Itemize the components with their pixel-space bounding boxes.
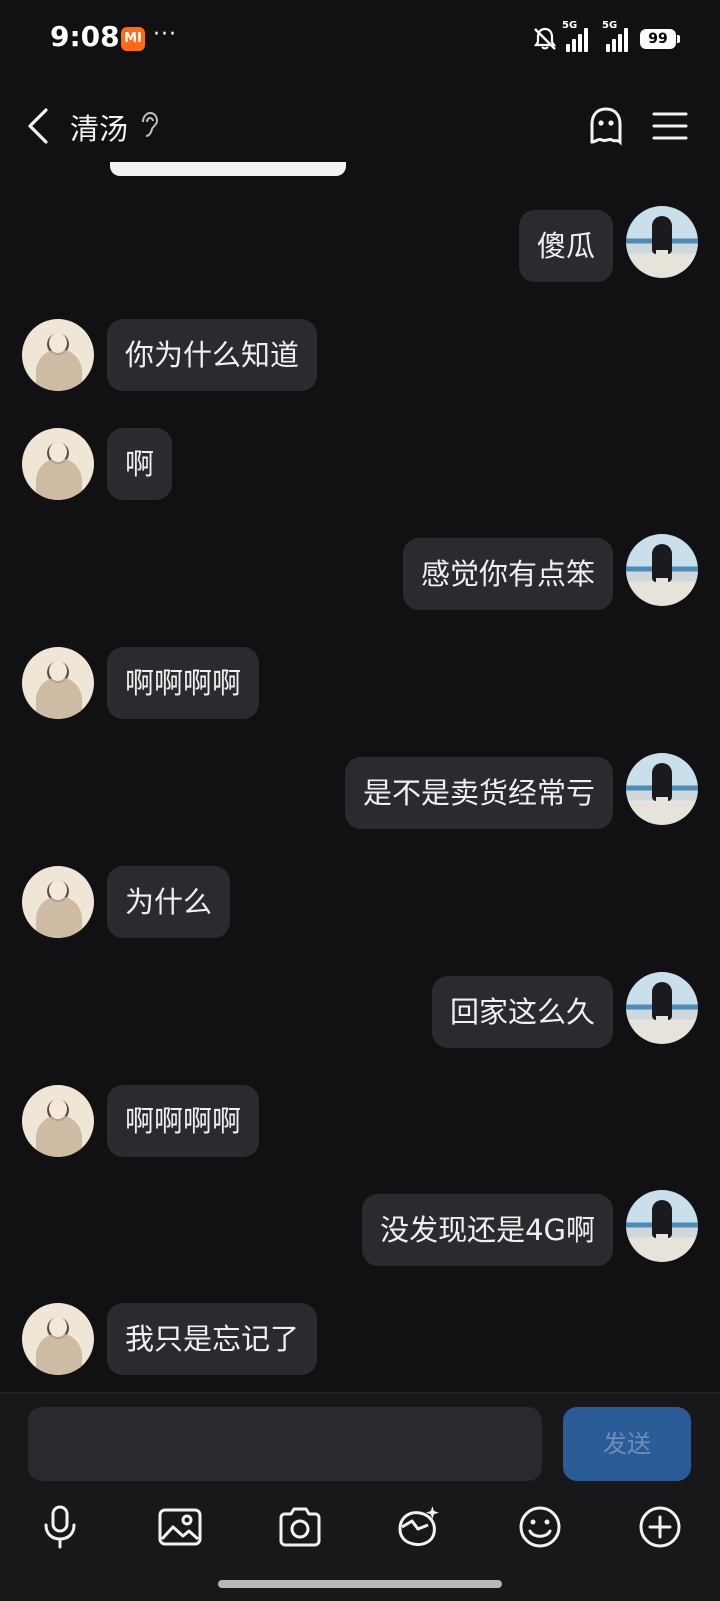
message-bubble[interactable]: 啊啊啊啊 — [107, 647, 260, 719]
home-indicator[interactable] — [218, 1580, 502, 1588]
message-row: 感觉你有点笨 — [0, 534, 720, 610]
bell-muted-icon — [533, 27, 557, 50]
plus-icon[interactable] — [636, 1503, 684, 1551]
camera-icon[interactable] — [276, 1503, 324, 1551]
status-indicators: 5G 5G 99 — [532, 20, 680, 54]
message-row: 我只是忘记了 — [0, 1303, 720, 1375]
contact-avatar[interactable] — [22, 428, 94, 500]
message-row: 你为什么知道 — [0, 319, 720, 391]
my-avatar[interactable] — [626, 972, 698, 1044]
message-bubble[interactable]: 是不是卖货经常亏 — [344, 757, 613, 829]
contact-avatar[interactable] — [22, 1085, 94, 1157]
message-bubble[interactable]: 没发现还是4G啊 — [362, 1194, 613, 1266]
send-button[interactable]: 发送 — [563, 1407, 691, 1481]
previous-message-edge — [110, 162, 346, 176]
message-row: 啊啊啊啊 — [0, 1085, 720, 1157]
chat-header: 清汤 — [0, 88, 720, 164]
input-toolbar — [0, 1503, 720, 1553]
message-row: 啊啊啊啊 — [0, 647, 720, 719]
chat-title[interactable]: 清汤 — [70, 106, 128, 148]
my-avatar[interactable] — [626, 534, 698, 606]
contact-avatar[interactable] — [22, 647, 94, 719]
network-type-1: 5G — [562, 20, 578, 31]
battery-icon: 99 — [640, 29, 680, 49]
signal-icon-1: 5G — [562, 20, 588, 52]
image-icon[interactable] — [156, 1503, 204, 1551]
message-row: 是不是卖货经常亏 — [0, 753, 720, 829]
microphone-icon[interactable] — [36, 1503, 84, 1551]
more-notifications-icon: ··· — [153, 22, 177, 47]
my-avatar[interactable] — [626, 206, 698, 278]
back-icon[interactable] — [20, 104, 60, 148]
message-bubble[interactable]: 你为什么知道 — [107, 319, 318, 391]
status-time: 9:08 — [50, 20, 120, 53]
mi-notification-icon: MI — [121, 27, 145, 51]
contact-avatar[interactable] — [22, 319, 94, 391]
message-bubble[interactable]: 啊 — [107, 428, 173, 500]
message-input[interactable] — [28, 1407, 542, 1481]
signal-icon-2: 5G — [602, 20, 628, 52]
message-row: 回家这么久 — [0, 972, 720, 1048]
message-bubble[interactable]: 为什么 — [107, 866, 231, 938]
contact-avatar[interactable] — [22, 1303, 94, 1375]
my-avatar[interactable] — [626, 1190, 698, 1262]
message-row: 没发现还是4G啊 — [0, 1190, 720, 1266]
message-row: 为什么 — [0, 866, 720, 938]
network-type-2: 5G — [602, 20, 618, 31]
message-bubble[interactable]: 回家这么久 — [431, 976, 613, 1048]
status-bar: 9:08 MI ··· 5G 5G 99 — [0, 0, 720, 80]
message-list[interactable]: 傻瓜 你为什么知道 啊 感觉你有点笨 啊啊啊啊 是不是卖货经常亏 为什么 回家这… — [0, 180, 720, 1390]
emoji-icon[interactable] — [516, 1503, 564, 1551]
message-row: 傻瓜 — [0, 206, 720, 282]
menu-icon[interactable] — [652, 110, 688, 142]
sticker-icon[interactable] — [394, 1503, 442, 1551]
message-row: 啊 — [0, 428, 720, 500]
contact-avatar[interactable] — [22, 866, 94, 938]
ghost-icon[interactable] — [584, 104, 628, 148]
my-avatar[interactable] — [626, 753, 698, 825]
message-bubble[interactable]: 啊啊啊啊 — [107, 1085, 260, 1157]
ear-icon — [142, 111, 159, 137]
input-bar: 发送 — [0, 1392, 720, 1601]
message-bubble[interactable]: 傻瓜 — [518, 210, 613, 282]
message-bubble[interactable]: 我只是忘记了 — [107, 1303, 318, 1375]
message-bubble[interactable]: 感觉你有点笨 — [402, 538, 613, 610]
